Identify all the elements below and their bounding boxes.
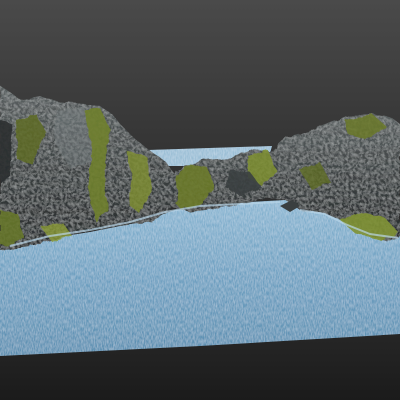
render-viewport[interactable] bbox=[0, 0, 400, 400]
terrain-render bbox=[0, 0, 400, 400]
